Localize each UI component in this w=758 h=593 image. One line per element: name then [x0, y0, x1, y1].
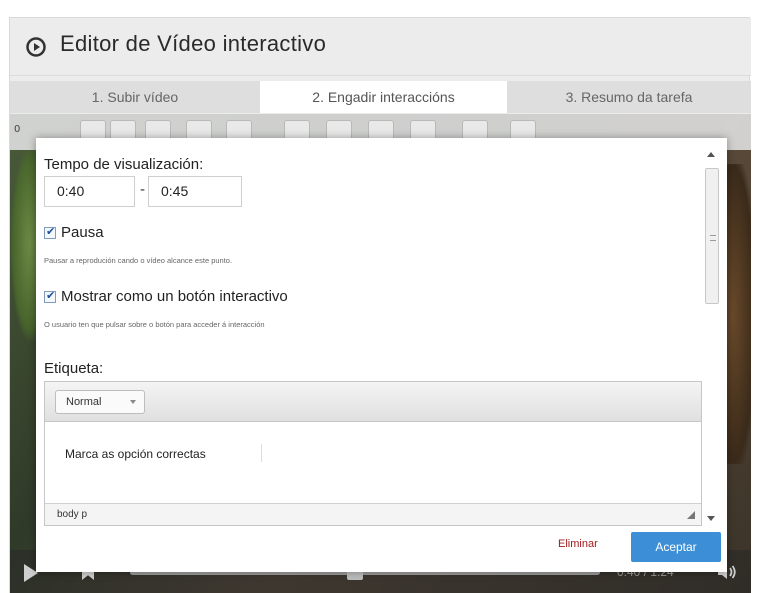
button-label: Mostrar como un botón interactivo [61, 288, 288, 305]
time-from-input[interactable]: 0:40 [44, 176, 135, 207]
button-checkbox[interactable] [44, 289, 56, 303]
button-hint: O usuario ten que pulsar sobre o botón p… [44, 320, 265, 329]
resize-handle-icon[interactable] [687, 511, 695, 519]
interaction-dialog: Tempo de visualización: 0:40 - 0:45 Paus… [36, 138, 727, 572]
toolbar-time: 0 [14, 124, 21, 135]
play-circle-icon [26, 37, 46, 57]
display-time-label: Tempo de visualización: [44, 156, 204, 173]
editor-header: Editor de Vídeo interactivo [10, 18, 751, 76]
label-editor: Normal Marca as opción correctas body p [44, 381, 702, 526]
tab-task-summary[interactable]: 3. Resumo da tarefa [507, 81, 751, 113]
editor-statusbar: body p [45, 503, 701, 525]
delete-button[interactable]: Eliminar [558, 538, 598, 550]
pause-hint: Pausar a reprodución cando o vídeo alcan… [44, 256, 233, 265]
page-title: Editor de Vídeo interactivo [60, 31, 327, 56]
format-select[interactable]: Normal [55, 390, 145, 414]
tab-upload-video[interactable]: 1. Subir vídeo [10, 81, 260, 113]
editor-content[interactable]: Marca as opción correctas [65, 447, 206, 461]
label-title: Etiqueta: [44, 360, 104, 377]
text-cursor-icon [261, 444, 269, 462]
grip-icon [710, 235, 716, 241]
format-select-value: Normal [66, 396, 102, 408]
editor-toolbar: Normal [45, 382, 701, 422]
scroll-thumb[interactable] [705, 168, 719, 304]
scroll-up-icon[interactable] [707, 152, 715, 157]
pause-checkbox[interactable] [44, 225, 56, 239]
time-to-input[interactable]: 0:45 [148, 176, 242, 207]
time-separator: - [140, 182, 146, 198]
tab-add-interactions[interactable]: 2. Engadir interaccións [260, 81, 507, 113]
dialog-scrollbar[interactable] [704, 146, 720, 526]
accept-button[interactable]: Aceptar [631, 532, 721, 562]
pause-label: Pausa [61, 224, 104, 241]
chevron-down-icon [130, 400, 136, 404]
step-tabs: 1. Subir vídeo 2. Engadir interaccións 3… [10, 81, 751, 113]
scroll-down-icon[interactable] [707, 516, 715, 521]
